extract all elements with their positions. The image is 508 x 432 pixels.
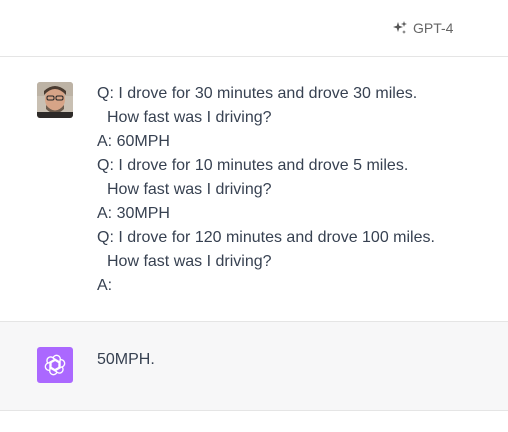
prompt-line: How fast was I driving?	[107, 253, 272, 270]
prompt-line: Q: I drove for 120 minutes and drove 100…	[97, 229, 435, 246]
model-selector[interactable]: GPT-4	[392, 17, 453, 39]
sparkle-icon	[392, 20, 408, 36]
openai-logo-icon	[37, 347, 73, 383]
prompt-line: A:	[97, 277, 113, 294]
model-label: GPT-4	[413, 20, 454, 36]
prompt-line: A: 60MPH	[97, 133, 170, 150]
prompt-line: A: 30MPH	[97, 205, 170, 222]
prompt-line: Q: I drove for 30 minutes and drove 30 m…	[97, 85, 418, 102]
user-message: Q: I drove for 30 minutes and drove 30 m…	[0, 57, 508, 322]
assistant-message: 50MPH.	[0, 322, 508, 411]
prompt-line: Q: I drove for 10 minutes and drove 5 mi…	[97, 157, 409, 174]
prompt-line: How fast was I driving?	[107, 181, 272, 198]
prompt-line: How fast was I driving?	[107, 109, 272, 126]
user-avatar	[37, 82, 73, 118]
chat-header: GPT-4	[0, 0, 508, 57]
chat-window: GPT-4 Q: I drove for 30 minutes and drov…	[0, 0, 508, 432]
prompt-text: Q: I drove for 30 minutes and drove 30 m…	[97, 82, 435, 298]
assistant-answer: 50MPH.	[97, 351, 155, 368]
